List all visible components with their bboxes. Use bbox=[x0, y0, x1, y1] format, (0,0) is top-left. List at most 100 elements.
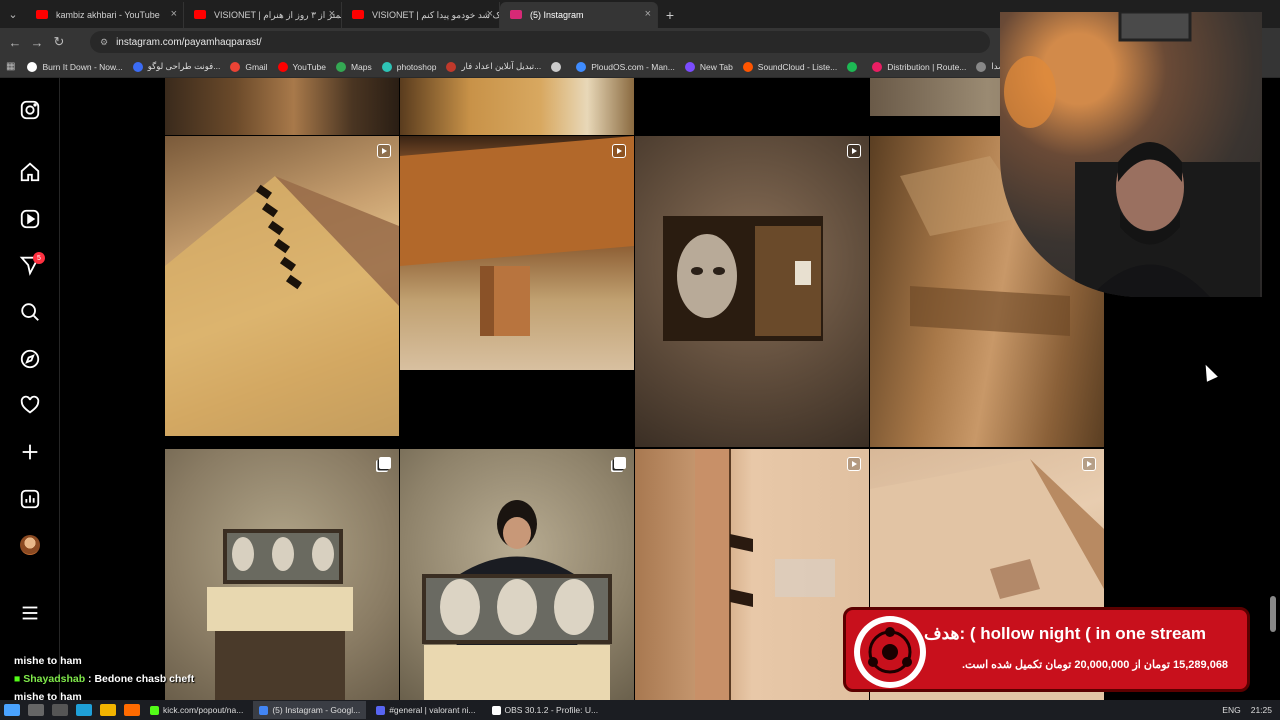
url-input[interactable]: ⚙ instagram.com/payamhaqparast/ bbox=[90, 31, 990, 53]
close-icon[interactable]: × bbox=[645, 8, 651, 20]
post-thumbnail[interactable] bbox=[165, 136, 399, 436]
bookmark-favicon-icon bbox=[132, 61, 143, 72]
carousel-icon bbox=[379, 457, 391, 469]
bookmark-favicon-icon bbox=[872, 61, 883, 72]
taskbar-app-label: (5) Instagram - Googl... bbox=[272, 705, 361, 715]
edge-icon[interactable] bbox=[76, 704, 92, 716]
windows-start-icon[interactable] bbox=[4, 704, 20, 716]
browser-tab[interactable]: VISIONET | کمتر از ۳ روز از هنرام × bbox=[184, 2, 342, 28]
donation-progress-text: 15,289,068 تومان از 20,000,000 تومان تکم… bbox=[962, 659, 1229, 671]
bookmark-favicon-icon bbox=[551, 61, 562, 72]
bookmark-item[interactable]: Maps bbox=[335, 61, 372, 72]
tab-title: VISIONET | یک شد خودمو پیدا کنم bbox=[372, 9, 500, 20]
browser-tab[interactable]: VISIONET | یک شد خودمو پیدا کنم × bbox=[342, 2, 500, 28]
back-icon[interactable]: ← bbox=[4, 35, 26, 50]
apps-icon[interactable]: ▦ bbox=[6, 61, 15, 72]
bookmark-item[interactable]: فونت طراحی لوگو... bbox=[132, 61, 220, 72]
dashboard-icon[interactable] bbox=[18, 487, 42, 511]
app-icon bbox=[150, 705, 159, 715]
notifications-icon[interactable] bbox=[18, 393, 42, 417]
bookmark-favicon-icon bbox=[976, 61, 987, 72]
bookmark-item[interactable]: photoshop bbox=[381, 61, 436, 72]
bookmark-item[interactable]: Burn It Down - Now... bbox=[27, 61, 123, 72]
sharingan-logo-icon bbox=[854, 616, 926, 688]
task-view-icon[interactable] bbox=[52, 704, 68, 716]
taskbar-app[interactable]: kick.com/popout/na... bbox=[144, 701, 249, 719]
new-tab-button[interactable]: + bbox=[658, 2, 682, 28]
post-thumbnail[interactable] bbox=[400, 78, 634, 135]
windows-taskbar: kick.com/popout/na... (5) Instagram - Goo… bbox=[0, 700, 1280, 720]
taskbar-app-label: #general | valorant ni... bbox=[389, 705, 476, 715]
menu-icon[interactable] bbox=[18, 601, 42, 625]
bookmark-item[interactable]: PloudOS.com - Man... bbox=[576, 61, 675, 72]
bookmark-favicon-icon bbox=[446, 61, 457, 72]
site-info-icon[interactable]: ⚙ bbox=[100, 37, 108, 48]
bookmark-item[interactable] bbox=[847, 61, 862, 72]
screen: ⌄ kambiz akhbari - YouTube × VISIONET | … bbox=[0, 0, 1280, 720]
reload-icon[interactable]: ↻ bbox=[48, 34, 70, 50]
reels-icon[interactable] bbox=[18, 207, 42, 231]
bookmark-item[interactable]: تبدیل آنلاین اعداد فار... bbox=[446, 61, 541, 72]
forward-icon[interactable]: → bbox=[26, 35, 48, 50]
wooden-stool-image bbox=[400, 136, 634, 336]
language-indicator[interactable]: ENG bbox=[1222, 705, 1240, 715]
bookmark-item[interactable]: SoundCloud - Liste... bbox=[742, 61, 837, 72]
create-icon[interactable] bbox=[18, 440, 42, 464]
bookmark-favicon-icon bbox=[277, 61, 288, 72]
home-icon[interactable] bbox=[18, 160, 42, 184]
firefox-icon[interactable] bbox=[124, 704, 140, 716]
bookmark-item[interactable]: YouTube bbox=[277, 61, 326, 72]
bookmark-item[interactable] bbox=[551, 61, 566, 72]
bookmark-label: YouTube bbox=[292, 61, 326, 72]
clock[interactable]: 21:25 bbox=[1251, 705, 1272, 715]
bookmark-favicon-icon bbox=[381, 61, 392, 72]
taskbar-app[interactable]: #general | valorant ni... bbox=[370, 701, 481, 719]
taskbar-search-icon[interactable] bbox=[28, 704, 44, 716]
taskbar-app[interactable]: (5) Instagram - Googl... bbox=[253, 701, 367, 719]
bookmark-label: Burn It Down - Now... bbox=[42, 61, 123, 72]
streamer-video-feed bbox=[1004, 12, 1260, 297]
post-thumbnail[interactable] bbox=[165, 78, 399, 135]
chat-message: ■ Shayadshab : Bedone chasb cheft bbox=[14, 670, 274, 688]
woman-with-masks-image bbox=[422, 500, 612, 700]
post-thumbnail[interactable] bbox=[635, 449, 869, 700]
bookmark-item[interactable]: New Tab bbox=[684, 61, 733, 72]
instagram-sidebar: 5 bbox=[0, 78, 60, 700]
close-icon[interactable]: × bbox=[487, 8, 493, 20]
bookmark-item[interactable]: Gmail bbox=[230, 61, 268, 72]
system-tray: ENG 21:25 bbox=[1212, 705, 1280, 715]
bookmark-item[interactable]: Distribution | Route... bbox=[872, 61, 966, 72]
bookmark-favicon-icon bbox=[576, 61, 587, 72]
taskbar-app[interactable]: OBS 30.1.2 - Profile: U... bbox=[486, 701, 605, 719]
kick-badge-icon: ■ bbox=[14, 673, 21, 685]
explore-icon[interactable] bbox=[18, 347, 42, 371]
browser-tab[interactable]: kambiz akhbari - YouTube × bbox=[26, 2, 184, 28]
post-thumbnail[interactable] bbox=[635, 136, 869, 447]
bookmark-favicon-icon bbox=[684, 61, 695, 72]
chat-username: Shayadshab bbox=[23, 673, 86, 685]
profile-avatar[interactable] bbox=[20, 535, 40, 555]
webcam-overlay bbox=[1000, 12, 1262, 297]
post-thumbnail[interactable] bbox=[400, 136, 634, 370]
rockstar-icon[interactable] bbox=[100, 704, 116, 716]
page-scrollbar[interactable] bbox=[1270, 596, 1276, 632]
search-icon[interactable] bbox=[18, 300, 42, 324]
bookmark-label: Gmail bbox=[245, 61, 268, 72]
close-icon[interactable]: × bbox=[329, 8, 335, 20]
post-thumbnail[interactable] bbox=[635, 78, 869, 135]
app-icon bbox=[259, 705, 269, 715]
instagram-logo-icon[interactable] bbox=[18, 98, 42, 122]
post-thumbnail[interactable] bbox=[400, 449, 634, 700]
donation-goal-widget: هدف: ( hollow night ( in one stream 15,2… bbox=[843, 607, 1250, 692]
chat-text: : Bedone chasb cheft bbox=[88, 673, 195, 685]
tab-search-icon[interactable]: ⌄ bbox=[0, 0, 26, 28]
close-icon[interactable]: × bbox=[171, 8, 177, 20]
carousel-icon bbox=[614, 457, 626, 469]
video-icon bbox=[377, 144, 391, 158]
tab-title: VISIONET | کمتر از ۳ روز از هنرام bbox=[214, 9, 341, 20]
bookmark-favicon-icon bbox=[742, 61, 753, 72]
mask-in-box-image bbox=[663, 216, 823, 341]
browser-tab-active[interactable]: (5) Instagram × bbox=[500, 2, 658, 28]
youtube-icon bbox=[352, 10, 364, 19]
dovetail-boards-image bbox=[695, 449, 835, 700]
